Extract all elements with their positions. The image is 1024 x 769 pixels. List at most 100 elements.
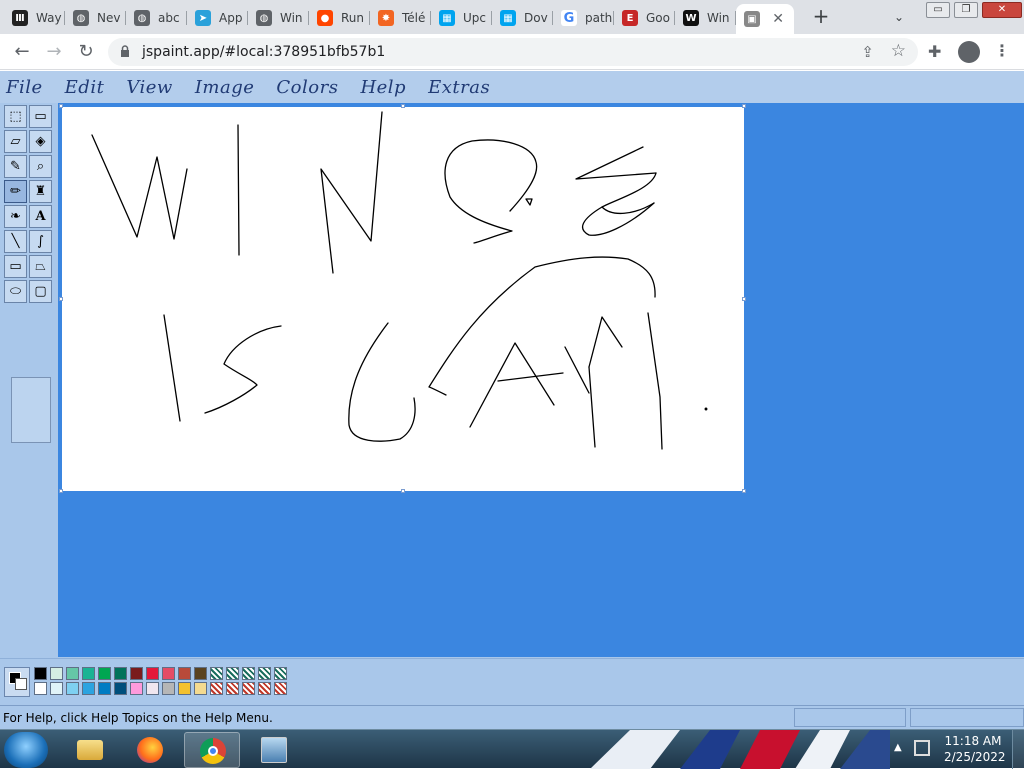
menu-edit[interactable]: Edit	[65, 77, 105, 98]
browser-tab-4[interactable]: ➤ App	[187, 4, 248, 32]
resize-handle-n[interactable]	[401, 104, 405, 108]
current-colors[interactable]	[4, 667, 30, 697]
text-tool-icon[interactable]: A	[29, 205, 52, 228]
menu-image[interactable]: Image	[195, 77, 255, 98]
line-tool-icon[interactable]: ╲	[4, 230, 27, 253]
resize-handle-w[interactable]	[59, 297, 63, 301]
forward-button[interactable]: →	[42, 40, 66, 64]
curve-tool-icon[interactable]: ∫	[29, 230, 52, 253]
color-swatch[interactable]	[66, 667, 79, 680]
tab-search-button[interactable]: ⌄	[886, 6, 912, 28]
browser-tab-11[interactable]: E Goo	[614, 4, 675, 32]
color-swatch[interactable]	[194, 682, 207, 695]
airbrush-tool-icon[interactable]: ❧	[4, 205, 27, 228]
menu-file[interactable]: File	[6, 77, 43, 98]
menu-colors[interactable]: Colors	[276, 77, 338, 98]
pencil-tool-icon[interactable]: ✏	[4, 180, 27, 203]
color-swatch[interactable]	[178, 667, 191, 680]
color-swatch[interactable]	[274, 682, 287, 695]
magnifier-tool-icon[interactable]: ⌕	[29, 155, 52, 178]
free-form-select-tool-icon[interactable]: ⬚	[4, 105, 27, 128]
ellipse-tool-icon[interactable]: ⬭	[4, 280, 27, 303]
color-swatch[interactable]	[162, 682, 175, 695]
taskbar-chrome[interactable]	[184, 732, 240, 768]
menu-help[interactable]: Help	[360, 77, 406, 98]
browser-tab-1[interactable]: Ⅲ Way	[4, 4, 65, 32]
color-swatch[interactable]	[130, 682, 143, 695]
start-button[interactable]	[4, 732, 48, 768]
color-swatch[interactable]	[242, 682, 255, 695]
color-swatch[interactable]	[162, 667, 175, 680]
new-tab-button[interactable]: +	[808, 6, 834, 28]
resize-handle-e[interactable]	[742, 297, 746, 301]
color-swatch[interactable]	[50, 667, 63, 680]
color-swatch[interactable]	[226, 682, 239, 695]
color-swatch[interactable]	[114, 667, 127, 680]
show-hidden-icons-arrow[interactable]: ▲	[894, 742, 902, 753]
share-icon[interactable]: ⇪	[861, 43, 874, 61]
drawing-canvas[interactable]	[59, 104, 746, 493]
reload-button[interactable]: ↻	[74, 40, 98, 64]
resize-handle-se[interactable]	[742, 489, 746, 493]
back-button[interactable]: ←	[10, 40, 34, 64]
color-swatch[interactable]	[146, 667, 159, 680]
color-swatch[interactable]	[82, 682, 95, 695]
color-swatch[interactable]	[50, 682, 63, 695]
color-swatch[interactable]	[146, 682, 159, 695]
resize-handle-sw[interactable]	[59, 489, 63, 493]
color-swatch[interactable]	[258, 682, 271, 695]
browser-tab-6[interactable]: ● Run	[309, 4, 370, 32]
brush-tool-icon[interactable]: ♜	[29, 180, 52, 203]
resize-handle-nw[interactable]	[59, 104, 63, 108]
background-color[interactable]	[15, 678, 27, 690]
resize-handle-ne[interactable]	[742, 104, 746, 108]
color-swatch[interactable]	[66, 682, 79, 695]
rounded-rectangle-tool-icon[interactable]: ▢	[29, 280, 52, 303]
close-window-button[interactable]: ✕	[982, 2, 1022, 18]
menu-extras[interactable]: Extras	[428, 77, 490, 98]
color-swatch[interactable]	[130, 667, 143, 680]
color-swatch[interactable]	[210, 667, 223, 680]
profile-avatar-icon[interactable]	[958, 41, 980, 63]
color-swatch[interactable]	[34, 667, 47, 680]
taskbar-explorer[interactable]	[62, 732, 118, 768]
bookmark-star-icon[interactable]: ☆	[891, 41, 906, 61]
resize-handle-s[interactable]	[401, 489, 405, 493]
browser-tab-12[interactable]: W Win	[675, 4, 736, 32]
clock-time[interactable]: 11:18 AM	[944, 734, 1002, 748]
browser-tab-3[interactable]: ◍ abc	[126, 4, 187, 32]
tool-options-panel[interactable]	[11, 377, 51, 443]
browser-tab-2[interactable]: ◍ Nev	[65, 4, 126, 32]
color-swatch[interactable]	[210, 682, 223, 695]
restore-button[interactable]: ❐	[954, 2, 978, 18]
color-swatch[interactable]	[258, 667, 271, 680]
eraser-tool-icon[interactable]: ▱	[4, 130, 27, 153]
color-swatch[interactable]	[34, 682, 47, 695]
polygon-tool-icon[interactable]: ⏢	[29, 255, 52, 278]
color-swatch[interactable]	[98, 667, 111, 680]
color-swatch[interactable]	[178, 682, 191, 695]
color-swatch[interactable]	[98, 682, 111, 695]
pick-color-tool-icon[interactable]: ✎	[4, 155, 27, 178]
color-swatch[interactable]	[114, 682, 127, 695]
network-icon[interactable]	[914, 740, 930, 756]
browser-tab-5[interactable]: ◍ Win	[248, 4, 309, 32]
color-swatch[interactable]	[82, 667, 95, 680]
color-swatch[interactable]	[226, 667, 239, 680]
extensions-puzzle-icon[interactable]: ✚	[928, 42, 941, 61]
browser-tab-10[interactable]: Gpath	[553, 4, 614, 32]
minimize-button[interactable]: ▭	[926, 2, 950, 18]
menu-view[interactable]: View	[126, 77, 173, 98]
address-bar[interactable]: jspaint.app/#local:378951bfb57b1 ⇪ ☆	[108, 38, 918, 66]
fill-with-color-tool-icon[interactable]: ◈	[29, 130, 52, 153]
browser-menu-icon[interactable]: ⋮	[994, 41, 1010, 60]
browser-tab-8[interactable]: ▦ Upc	[431, 4, 492, 32]
clock-date[interactable]: 2/25/2022	[944, 750, 1006, 764]
browser-tab-7[interactable]: ✸ Télé	[370, 4, 431, 32]
close-tab-icon[interactable]: ✕	[772, 11, 784, 27]
color-swatch[interactable]	[274, 667, 287, 680]
taskbar-remote-desktop[interactable]	[246, 732, 302, 768]
taskbar-firefox[interactable]	[122, 732, 178, 768]
rectangle-tool-icon[interactable]: ▭	[4, 255, 27, 278]
browser-tab-9[interactable]: ▦ Dov	[492, 4, 553, 32]
